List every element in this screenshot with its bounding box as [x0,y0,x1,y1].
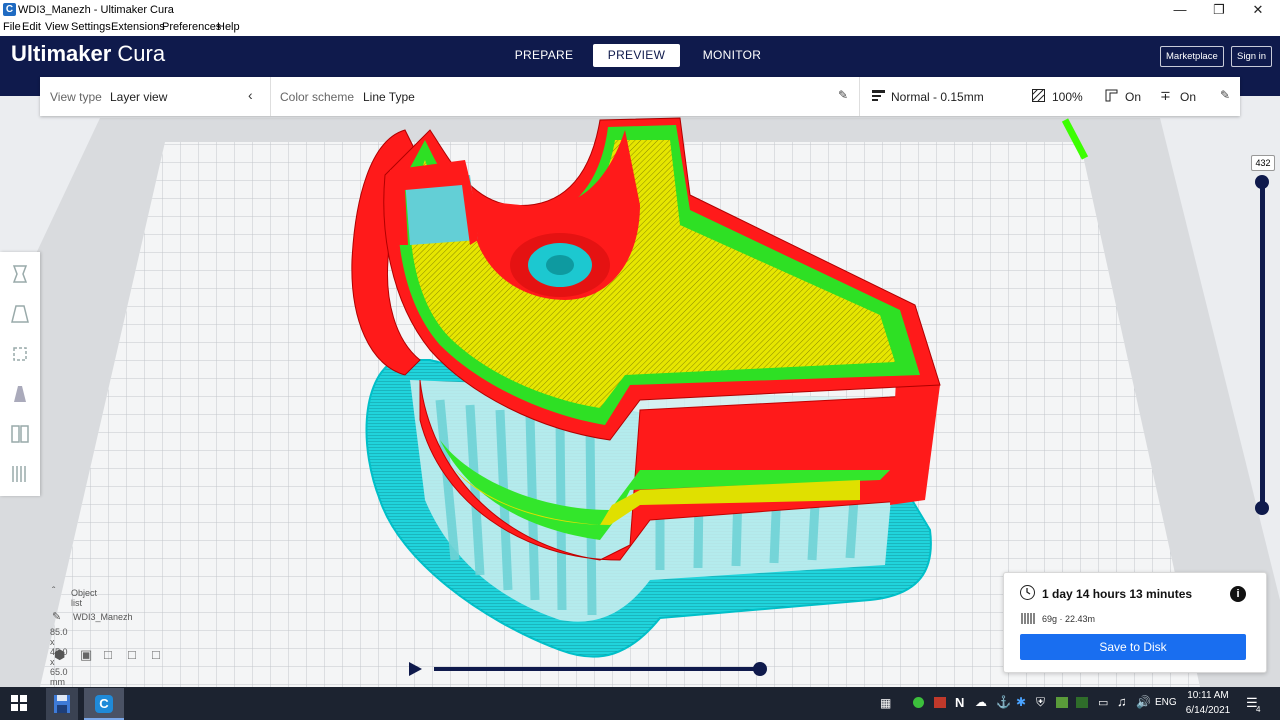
print-time: 1 day 14 hours 13 minutes [1042,587,1193,601]
tab-prepare[interactable]: PREPARE [497,44,591,67]
tray-onenote-icon[interactable]: N [955,695,964,710]
minimize-icon[interactable]: — [1160,0,1200,20]
profile-icon [872,89,885,101]
wifi-icon[interactable]: ♫ [1117,694,1127,709]
chevron-up-icon: ˆ [52,586,56,597]
tray-app-icon[interactable] [1076,697,1088,708]
layer-slider-bottom-handle[interactable] [1255,501,1269,515]
layer-number-box[interactable]: 432 [1251,155,1275,171]
save-app-icon[interactable] [46,688,78,720]
cura-taskbar-icon[interactable]: C [84,688,124,720]
windows-taskbar: C ▦ N ☁ ⚓ ✱ ⛨ ▭ ♫ 🔊 ENG 10:11 AM 6/14/20… [0,687,1280,720]
menu-bar: File Edit View Settings Extensions Prefe… [0,20,1280,36]
menu-help[interactable]: Help [217,21,240,33]
pencil-icon[interactable]: ✎ [838,88,848,102]
close-icon[interactable]: ✕ [1238,0,1278,20]
mirror-icon[interactable] [6,380,34,408]
marketplace-button[interactable]: Marketplace [1160,46,1224,67]
per-model-settings-icon[interactable] [6,420,34,448]
view-toolbar: View type Layer view ‹ Color scheme Line… [40,77,1240,116]
tray-security-icon[interactable] [913,697,924,708]
window-title: WDI3_Manezh - Ultimaker Cura [18,4,174,16]
menu-edit[interactable]: Edit [22,21,41,33]
rotate-icon[interactable] [6,340,34,368]
tray-keyboard-icon[interactable]: ▦ [880,696,891,710]
clock-icon [1020,585,1035,600]
print-profile-select[interactable]: Normal - 0.15mm [891,90,984,104]
windows-start-icon[interactable] [11,695,27,714]
filament-icon [1021,612,1035,630]
tab-monitor[interactable]: MONITOR [684,44,780,67]
object-name[interactable]: WDI3_Manezh [73,612,133,622]
language-indicator[interactable]: ENG [1155,697,1177,708]
maximize-icon[interactable]: ❐ [1199,0,1239,20]
tab-preview[interactable]: PREVIEW [593,44,680,67]
view-3d-icon[interactable]: ⬢ [54,647,65,663]
play-icon[interactable] [409,662,422,676]
taskbar-time[interactable]: 10:11 AM [1185,690,1231,701]
tool-panel [0,252,40,496]
support-icon [1105,89,1118,105]
notification-count: 4 [1256,705,1261,714]
save-to-disk-button[interactable]: Save to Disk [1020,634,1246,660]
infill-value[interactable]: 100% [1052,90,1083,104]
tray-nvidia-icon[interactable] [1056,697,1068,708]
tray-app-icon[interactable] [934,697,946,708]
menu-extensions[interactable]: Extensions [111,21,165,33]
layer-slider-top-handle[interactable] [1255,175,1269,189]
support-blocker-icon[interactable] [6,460,34,488]
path-slider-track[interactable] [434,667,760,671]
material-usage: 69g · 22.43m [1042,614,1096,624]
adhesion-value[interactable]: On [1180,90,1196,104]
view-top-icon[interactable]: □ [104,647,112,662]
view-front-icon[interactable]: ▣ [80,647,92,663]
ultimaker-cura-logo: Ultimaker Cura [11,41,166,66]
tray-shield-icon[interactable]: ⛨ [1036,695,1045,710]
menu-view[interactable]: View [45,21,69,33]
view-type-label: View type [50,90,102,104]
info-icon[interactable]: i [1230,586,1246,602]
cura-app-icon: C [3,3,16,16]
path-slider-handle[interactable] [753,662,767,676]
view-left-icon[interactable]: □ [128,647,136,662]
bluetooth-icon[interactable]: ✱ [1016,695,1026,709]
tray-cloud-icon[interactable]: ☁ [975,695,987,709]
divider [859,77,860,116]
title-bar: C WDI3_Manezh - Ultimaker Cura — ❐ ✕ [0,0,1280,20]
taskbar-date[interactable]: 6/14/2021 [1183,705,1233,716]
object-list-header: Object list [71,588,98,608]
menu-file[interactable]: File [3,21,21,33]
menu-settings[interactable]: Settings [71,21,111,33]
pencil-icon[interactable]: ✎ [52,610,61,623]
pencil-icon[interactable]: ✎ [1220,88,1230,102]
view-right-icon[interactable]: □ [152,647,160,662]
color-scheme-select[interactable]: Line Type [363,90,415,104]
menu-preferences[interactable]: Preferences [162,21,221,33]
color-scheme-label: Color scheme [280,90,355,104]
volume-icon[interactable]: 🔊 [1136,695,1151,709]
sign-in-button[interactable]: Sign in [1231,46,1273,67]
infill-icon [1031,88,1045,105]
scale-icon[interactable] [6,300,34,328]
tray-docker-icon[interactable]: ⚓ [996,695,1011,709]
move-icon[interactable] [6,260,34,288]
chevron-left-icon[interactable]: ‹ [248,87,253,103]
divider [270,77,271,116]
view-type-select[interactable]: Layer view [110,90,167,104]
support-value[interactable]: On [1125,90,1141,104]
print-info-panel: 1 day 14 hours 13 minutes i 69g · 22.43m… [1003,572,1267,673]
adhesion-icon: ∓ [1160,88,1171,103]
layer-slider-track[interactable] [1260,181,1265,509]
battery-icon[interactable]: ▭ [1098,696,1108,709]
